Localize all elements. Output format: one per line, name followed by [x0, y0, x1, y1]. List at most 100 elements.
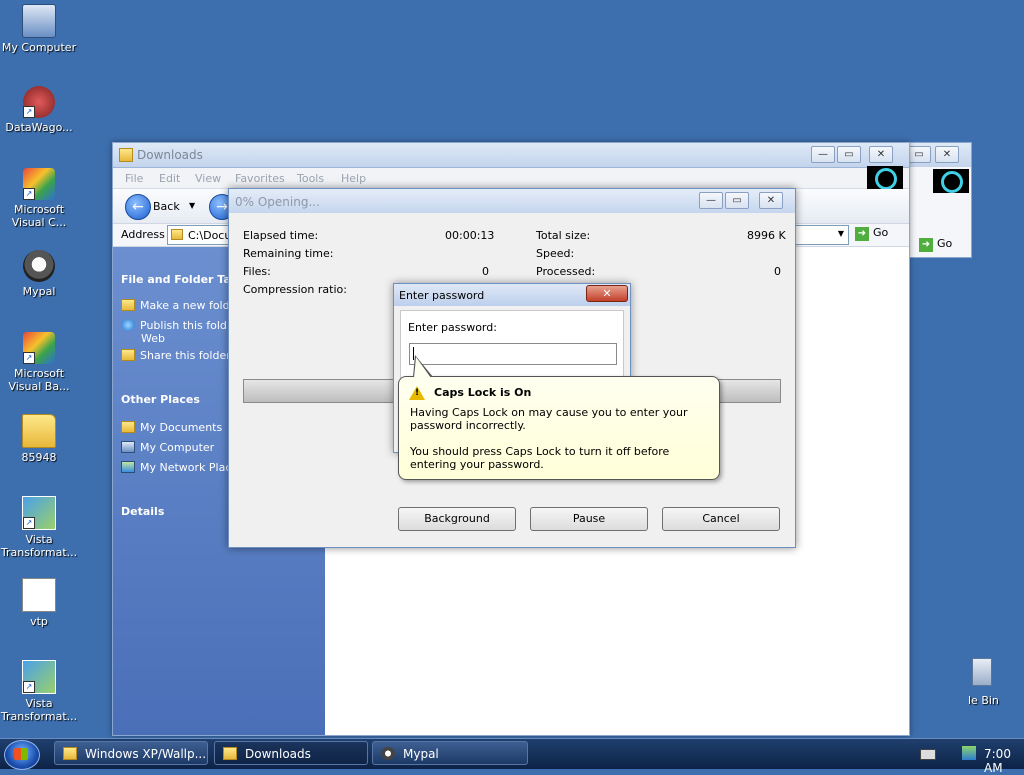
chevron-down-icon[interactable]: ▼ — [838, 229, 844, 238]
processed-label: Processed: — [536, 265, 596, 278]
task-make-new-folder[interactable]: Make a new fold — [121, 299, 230, 312]
balloon-message-1: Having Caps Lock on may cause you to ent… — [410, 406, 688, 432]
place-my-documents[interactable]: My Documents — [121, 421, 222, 434]
cancel-button[interactable]: Cancel — [662, 507, 780, 531]
restore-button[interactable]: ▭ — [907, 146, 931, 163]
folder-icon — [119, 148, 133, 162]
elapsed-time-value: 00:00:13 — [445, 229, 495, 242]
maximize-button[interactable]: ▭ — [837, 146, 861, 163]
desktop-icon-label: DataWago... — [5, 121, 73, 134]
balloon-message-2: You should press Caps Lock to turn it of… — [410, 445, 670, 471]
minimize-button[interactable]: — — [811, 146, 835, 163]
address-label: Address — [121, 228, 165, 241]
chevron-down-icon[interactable]: ▼ — [189, 201, 195, 210]
menu-file[interactable]: File — [125, 172, 143, 185]
explorer-titlebar[interactable]: Downloads — ▭ ✕ — [113, 143, 909, 168]
task-publish-folder-web[interactable]: Web — [121, 332, 165, 345]
taskbar-item-downloads[interactable]: Downloads — [214, 741, 368, 765]
folder-icon — [63, 747, 77, 760]
shortcut-arrow-icon: ↗ — [23, 188, 35, 200]
close-button[interactable]: ✕ — [759, 192, 783, 209]
password-prompt: Enter password: — [408, 321, 497, 334]
desktop-icon-label: vtp — [30, 615, 48, 628]
balloon-title: Caps Lock is On — [434, 386, 532, 399]
shortcut-arrow-icon: ↗ — [23, 106, 35, 118]
back-arrow-icon[interactable]: ← — [125, 194, 151, 220]
visual-basic-icon: ↗ — [23, 332, 55, 364]
network-tray-icon[interactable] — [962, 746, 976, 760]
minimize-button[interactable]: — — [699, 192, 723, 209]
total-size-label: Total size: — [536, 229, 591, 242]
desktop-icon-visual-c[interactable]: ↗ Microsoft Visual C... — [0, 168, 78, 229]
details-header[interactable]: Details — [121, 505, 164, 518]
desktop-icon-85948[interactable]: 85948 — [0, 414, 78, 464]
keyboard-icon[interactable] — [920, 749, 936, 760]
speed-label: Speed: — [536, 247, 575, 260]
place-my-network[interactable]: My Network Plac — [121, 461, 231, 474]
desktop-icon-mypal[interactable]: Mypal — [0, 250, 78, 298]
background-button[interactable]: Background — [398, 507, 516, 531]
password-titlebar[interactable]: Enter password ✕ — [394, 284, 630, 306]
mypal-browser-icon — [23, 250, 55, 282]
desktop-icon-vista-transformation-1[interactable]: ↗ Vista Transformat... — [0, 496, 78, 559]
maximize-button[interactable]: ▭ — [725, 192, 749, 209]
window-title: Downloads — [137, 148, 203, 162]
desktop-icon-vista-transformation-2[interactable]: ↗ Vista Transformat... — [0, 660, 78, 723]
go-arrow-icon: ➜ — [919, 238, 933, 252]
menu-view[interactable]: View — [195, 172, 221, 185]
desktop-icon-my-computer[interactable]: My Computer — [0, 4, 78, 54]
close-button[interactable]: ✕ — [869, 146, 893, 163]
remaining-time-label: Remaining time: — [243, 247, 334, 260]
caps-lock-balloon-tooltip[interactable]: ! Caps Lock is On Having Caps Lock on ma… — [398, 355, 720, 480]
desktop-icon-label: Vista Transformat... — [0, 697, 78, 723]
background-window[interactable]: ▭ ✕ ➜ Go — [904, 142, 972, 258]
vista-installer-icon: ↗ — [22, 496, 56, 530]
go-button[interactable]: ➜ Go — [855, 226, 888, 241]
desktop-icon-label: My Computer — [1, 41, 77, 54]
folder-icon — [171, 229, 183, 240]
desktop-icon-visual-basic[interactable]: ↗ Microsoft Visual Ba... — [0, 332, 78, 393]
shortcut-arrow-icon: ↗ — [23, 517, 35, 529]
menu-edit[interactable]: Edit — [159, 172, 180, 185]
close-button[interactable]: ✕ — [586, 285, 628, 302]
clock[interactable]: 7:00 AM — [984, 747, 1024, 775]
compression-ratio-label: Compression ratio: — [243, 283, 347, 296]
place-my-computer[interactable]: My Computer — [121, 441, 214, 454]
taskbar: Windows XP/Wallp... Downloads Mypal 7:00… — [0, 738, 1024, 775]
desktop-icon-datawago[interactable]: ↗ DataWago... — [0, 86, 78, 134]
files-value: 0 — [482, 265, 489, 278]
close-button[interactable]: ✕ — [935, 146, 959, 163]
globe-icon — [121, 319, 135, 331]
menu-favorites[interactable]: Favorites — [235, 172, 285, 185]
documents-folder-icon — [121, 421, 135, 433]
windows-logo-icon — [933, 169, 969, 193]
visual-studio-icon: ↗ — [23, 168, 55, 200]
window-title: 0% Opening... — [235, 195, 320, 209]
go-arrow-icon: ➜ — [855, 227, 869, 241]
taskbar-item-wallpaper-folder[interactable]: Windows XP/Wallp... — [54, 741, 208, 765]
folder-icon — [22, 414, 56, 448]
computer-icon — [121, 441, 135, 453]
opening-titlebar[interactable]: 0% Opening... — ▭ ✕ — [229, 189, 795, 213]
start-button[interactable] — [4, 740, 40, 770]
files-label: Files: — [243, 265, 271, 278]
task-publish-folder[interactable]: Publish this fold — [121, 319, 227, 332]
task-share-folder[interactable]: Share this folder — [121, 349, 231, 362]
menu-bar: File Edit View Favorites Tools Help — [113, 166, 909, 190]
vista-installer-icon: ↗ — [22, 660, 56, 694]
desktop-icon-vtp[interactable]: vtp — [0, 578, 78, 628]
menu-help[interactable]: Help — [341, 172, 366, 185]
back-button-label[interactable]: Back — [153, 200, 180, 213]
total-size-value: 8996 K — [747, 229, 786, 242]
share-folder-icon — [121, 349, 135, 361]
go-button[interactable]: ➜ Go — [919, 237, 952, 252]
other-places-header[interactable]: Other Places — [121, 393, 200, 406]
menu-tools[interactable]: Tools — [297, 172, 324, 185]
recycle-bin-icon — [972, 658, 992, 686]
taskbar-item-mypal[interactable]: Mypal — [372, 741, 528, 765]
windows-logo-icon — [867, 166, 903, 190]
password-input[interactable] — [409, 343, 617, 365]
desktop-icon-label: Microsoft Visual C... — [11, 203, 67, 229]
pause-button[interactable]: Pause — [530, 507, 648, 531]
shortcut-arrow-icon: ↗ — [23, 681, 35, 693]
